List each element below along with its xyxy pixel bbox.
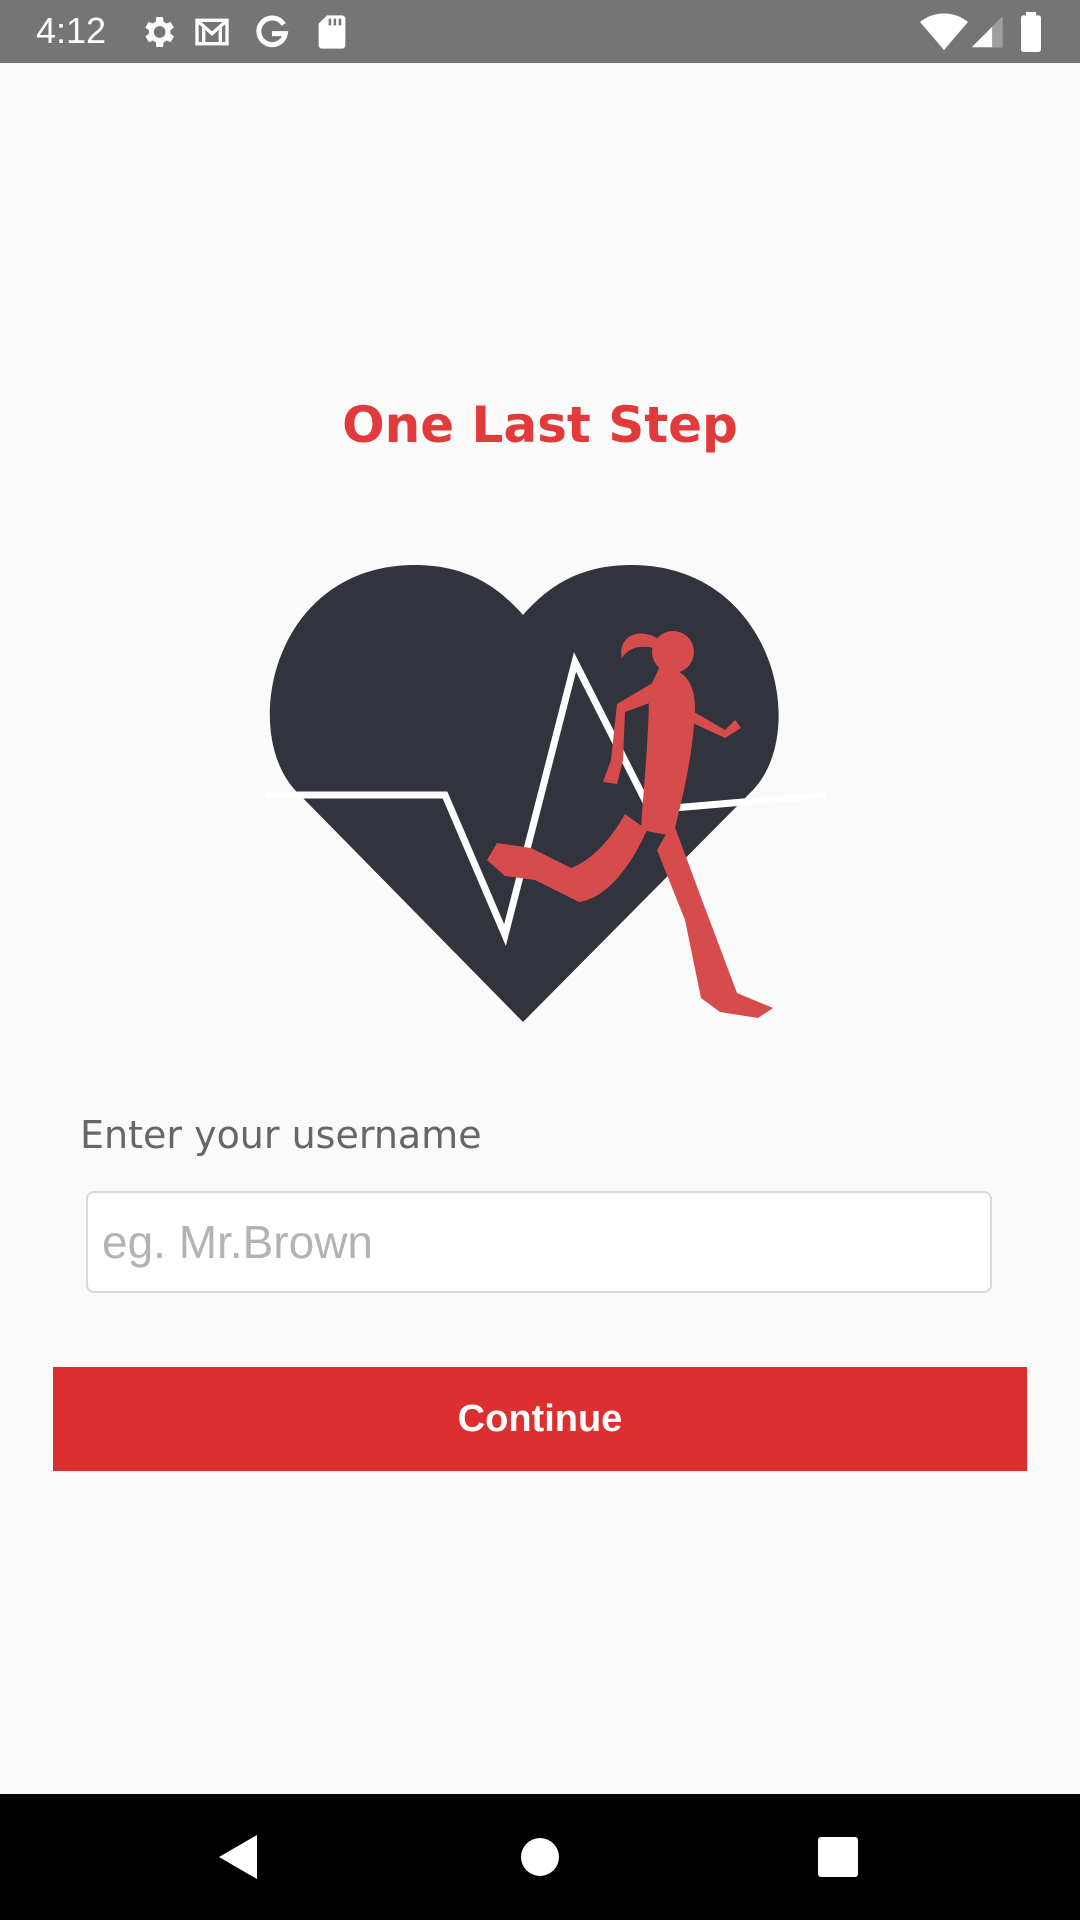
back-icon[interactable] xyxy=(203,1822,273,1892)
recents-icon[interactable] xyxy=(803,1822,873,1892)
status-time: 4:12 xyxy=(36,10,107,51)
status-bar: 4:12 xyxy=(0,0,1080,63)
nav-bar xyxy=(0,1794,1080,1920)
continue-button[interactable]: Continue xyxy=(53,1367,1027,1471)
google-icon xyxy=(252,12,292,52)
home-icon[interactable] xyxy=(505,1822,575,1892)
signal-icon xyxy=(970,12,1004,52)
gear-icon xyxy=(138,12,178,52)
gmail-icon xyxy=(192,12,232,52)
username-input[interactable] xyxy=(86,1191,992,1293)
battery-icon xyxy=(1016,12,1046,52)
username-label: Enter your username xyxy=(80,1113,482,1157)
sd-card-icon xyxy=(312,12,352,52)
page-title: One Last Step xyxy=(342,396,738,454)
wifi-icon xyxy=(920,12,968,52)
heart-runner-logo xyxy=(265,560,825,1030)
